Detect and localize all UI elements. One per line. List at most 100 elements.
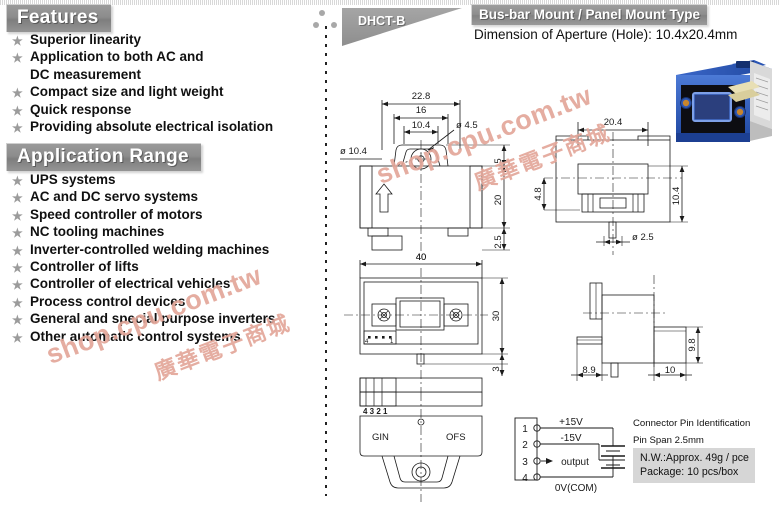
application-range-list: ★ UPS systems ★ AC and DC servo systems ★ S… bbox=[8, 172, 275, 346]
dim-aperture-width: 20.4 bbox=[604, 117, 623, 128]
datasheet-page: Features ★ Superior linearity ★ Applicat… bbox=[0, 0, 780, 521]
feature-text: Application to both AC and bbox=[30, 49, 204, 65]
star-icon: ★ bbox=[12, 174, 23, 188]
package-text: Package: 10 pcs/box bbox=[640, 466, 739, 478]
list-item: ★ Controller of electrical vehicles bbox=[8, 276, 275, 292]
star-icon: ★ bbox=[12, 278, 23, 293]
decorative-dot bbox=[313, 22, 319, 28]
star-icon: ★ bbox=[12, 295, 23, 310]
pin-span-note: Pin Span 2.5mm bbox=[633, 435, 704, 446]
dim-aperture-dia: ø 10.4 bbox=[340, 146, 367, 157]
star-icon: ★ bbox=[12, 51, 23, 66]
application-text: AC and DC servo systems bbox=[30, 189, 199, 205]
application-text: Controller of electrical vehicles bbox=[30, 276, 231, 292]
application-text: Inverter-controlled welding machines bbox=[30, 241, 270, 257]
list-item: ★ NC tooling machines bbox=[8, 224, 275, 240]
dim-top-height: 5 bbox=[493, 158, 504, 163]
pin-1-number: 1 bbox=[522, 424, 528, 435]
application-text: General and special purpose inverters bbox=[30, 311, 276, 327]
dim-pin-dia: ø 2.5 bbox=[632, 232, 654, 243]
pin-1-label: +15V bbox=[559, 417, 583, 428]
pin-number-labels: 4 3 2 1 bbox=[363, 407, 388, 416]
list-item-continuation: DC measurement bbox=[8, 67, 273, 83]
drawing-side-view-top: 20.4 4.8 10.4 ø 2.5 bbox=[530, 110, 710, 260]
list-item: ★ AC and DC servo systems bbox=[8, 189, 275, 205]
star-icon: ★ bbox=[12, 103, 23, 118]
pin-2-number: 2 bbox=[522, 440, 528, 451]
dim-aperture-height: 10.4 bbox=[671, 187, 682, 206]
application-text: UPS systems bbox=[30, 172, 116, 187]
features-heading: Features bbox=[6, 4, 111, 32]
star-icon: ★ bbox=[12, 261, 23, 276]
page-subtitle: Dimension of Aperture (Hole): 10.4x20.4m… bbox=[474, 27, 738, 42]
left-column: Features ★ Superior linearity ★ Applicat… bbox=[0, 0, 305, 521]
weight-package-box: N.W.:Approx. 49g / pce Package: 10 pcs/b… bbox=[633, 448, 755, 483]
drawing-front-view: 22.8 16 10.4 ø 4.5 ø 10.4 5 20 2.5 40 bbox=[338, 62, 528, 262]
connector-pin-identification-note: Connector Pin Identification bbox=[633, 418, 751, 429]
application-text: Controller of lifts bbox=[30, 259, 139, 275]
dim-right-10: 10 bbox=[665, 365, 676, 376]
pin-4-label: 0V(COM) bbox=[555, 483, 597, 494]
star-icon: ★ bbox=[12, 121, 23, 136]
wiring-diagram: 1 +15V 2 -15V 3 output 4 0V(COM) bbox=[513, 408, 648, 513]
feature-text: Providing absolute electrical isolation bbox=[30, 119, 274, 135]
dim-slot-width: 10.4 bbox=[412, 120, 431, 131]
dim-offset-4-8: 4.8 bbox=[533, 187, 544, 200]
application-text: Other automatic control systems bbox=[30, 328, 241, 344]
label-gin: GIN bbox=[372, 432, 389, 443]
drawing-side-view-lower: 8.9 10 9.8 bbox=[535, 275, 715, 400]
list-item: ★ Providing absolute electrical isolatio… bbox=[8, 119, 273, 135]
list-item: ★ Controller of lifts bbox=[8, 259, 275, 275]
pin-2-label: -15V bbox=[560, 433, 581, 444]
feature-text: Superior linearity bbox=[30, 32, 142, 47]
label-ofs: OFS bbox=[446, 432, 466, 443]
list-item: ★ Process control devices bbox=[8, 294, 275, 310]
star-icon: ★ bbox=[12, 208, 23, 223]
list-item: ★ Application to both AC and bbox=[8, 49, 273, 65]
star-icon: ★ bbox=[12, 191, 23, 206]
dim-tail-3: 3 bbox=[491, 366, 502, 371]
feature-text: Quick response bbox=[30, 101, 132, 117]
dim-hole-dia: ø 4.5 bbox=[456, 120, 478, 131]
application-range-heading: Application Range bbox=[6, 143, 201, 171]
dim-body-height: 20 bbox=[493, 195, 504, 206]
dim-top-width: 40 bbox=[416, 252, 427, 263]
star-icon: ★ bbox=[12, 226, 23, 241]
application-text: Process control devices bbox=[30, 293, 186, 309]
dim-left-8-9: 8.9 bbox=[582, 365, 595, 376]
pin-3-number: 3 bbox=[522, 457, 528, 468]
star-icon: ★ bbox=[12, 86, 23, 101]
star-icon: ★ bbox=[12, 243, 23, 258]
star-icon: ★ bbox=[12, 313, 23, 328]
feature-text: Compact size and light weight bbox=[30, 84, 224, 100]
dim-pin-height: 2.5 bbox=[493, 235, 504, 248]
pin-3-label: output bbox=[561, 457, 589, 468]
list-item: ★ UPS systems bbox=[8, 172, 275, 188]
dim-top-height-30: 30 bbox=[491, 311, 502, 322]
list-item: ★ Superior linearity bbox=[8, 32, 273, 48]
list-item: ★ Speed controller of motors bbox=[8, 207, 275, 223]
features-list: ★ Superior linearity ★ Application to bo… bbox=[8, 32, 273, 136]
drawing-bottom-view: 4 3 2 1 GIN OFS bbox=[338, 392, 528, 518]
net-weight-text: N.W.:Approx. 49g / pce bbox=[640, 452, 749, 464]
pin-4-number: 4 bbox=[522, 473, 528, 484]
dim-height-9-8: 9.8 bbox=[687, 338, 698, 351]
vertical-dotted-divider bbox=[325, 26, 327, 496]
right-column: DHCT-B Bus-bar Mount / Panel Mount Type … bbox=[330, 0, 780, 521]
feature-text-cont: DC measurement bbox=[30, 66, 142, 82]
list-item: ★ General and special purpose inverters bbox=[8, 311, 275, 327]
star-icon: ★ bbox=[12, 34, 23, 48]
decorative-dot bbox=[319, 10, 325, 16]
model-tag: DHCT-B bbox=[342, 8, 462, 46]
dim-inner-width: 16 bbox=[416, 105, 427, 116]
star-icon: ★ bbox=[12, 330, 23, 345]
list-item: ★ Compact size and light weight bbox=[8, 84, 273, 100]
application-text: NC tooling machines bbox=[30, 224, 165, 240]
drawing-top-view: 40 4 1 30 3 bbox=[338, 252, 528, 402]
model-name: DHCT-B bbox=[358, 14, 406, 28]
list-item: ★ Inverter-controlled welding machines bbox=[8, 242, 275, 258]
dim-overall-width: 22.8 bbox=[412, 91, 431, 102]
list-item: ★ Quick response bbox=[8, 102, 273, 118]
list-item: ★ Other automatic control systems bbox=[8, 329, 275, 345]
page-title: Bus-bar Mount / Panel Mount Type bbox=[471, 4, 707, 25]
